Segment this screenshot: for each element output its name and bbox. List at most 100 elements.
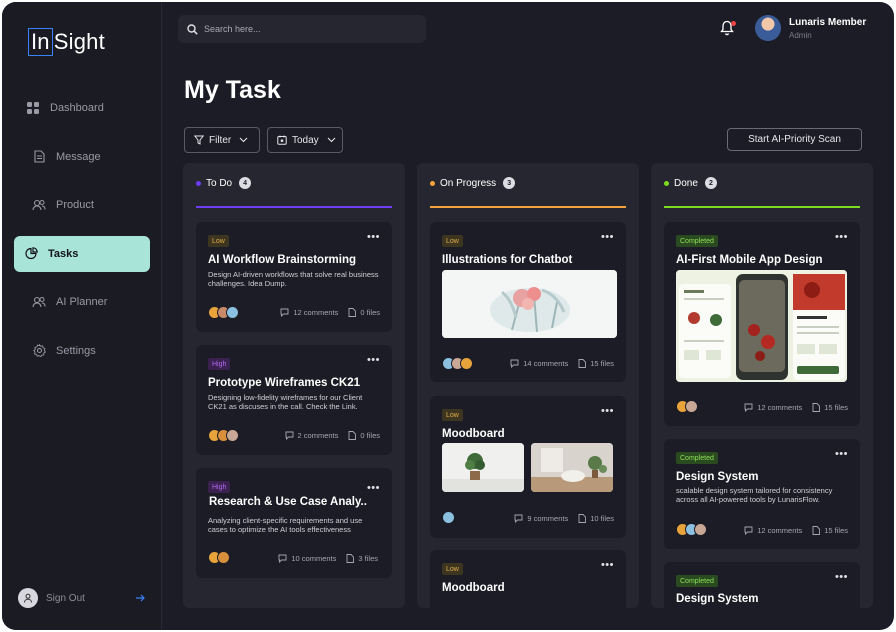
- task-card[interactable]: Low ••• AI Workflow Brainstorming Design…: [196, 222, 392, 332]
- card-description: Analyzing client-specific requirements a…: [208, 516, 363, 534]
- file-count-label: 15 files: [824, 526, 848, 535]
- avatar: [755, 15, 781, 41]
- avatar: [217, 551, 230, 564]
- notification-bell-button[interactable]: [720, 20, 736, 38]
- more-options-icon[interactable]: •••: [367, 355, 380, 366]
- more-options-icon[interactable]: •••: [835, 572, 848, 583]
- status-tag: Completed: [676, 235, 718, 247]
- priority-tag: Low: [442, 409, 463, 421]
- assignee-avatars: [208, 551, 230, 564]
- card-title: AI-First Mobile App Design: [676, 254, 823, 266]
- more-options-icon[interactable]: •••: [835, 449, 848, 460]
- avatar: [694, 523, 707, 536]
- task-card[interactable]: Completed ••• AI-First Mobile App Design: [664, 222, 860, 426]
- card-title: Prototype Wireframes CK21: [208, 377, 360, 389]
- file-count: 0 files: [348, 431, 380, 440]
- file-count: 15 files: [578, 359, 614, 368]
- comment-count: 14 comments: [510, 359, 568, 368]
- file-icon: [812, 526, 821, 535]
- user-profile[interactable]: Lunaris Member Admin: [755, 15, 866, 41]
- card-title: Design System: [676, 471, 759, 483]
- file-count-label: 0 files: [360, 431, 380, 440]
- card-description: scalable design system tailored for cons…: [676, 486, 833, 504]
- status-tag: Completed: [676, 575, 718, 587]
- sidebar-item-message[interactable]: Message: [14, 139, 150, 175]
- task-card[interactable]: High ••• Prototype Wireframes CK21 Desig…: [196, 345, 392, 455]
- task-card[interactable]: Completed ••• Design System scalable des…: [664, 439, 860, 549]
- users-icon: [32, 198, 46, 212]
- sidebar-item-ai-planner[interactable]: AI Planner: [14, 284, 150, 320]
- file-icon: [348, 308, 357, 317]
- card-title: Research & Use Case Analy..: [209, 496, 367, 508]
- file-count: 10 files: [578, 514, 614, 523]
- card-title: Illustrations for Chatbot: [442, 254, 573, 266]
- date-dropdown[interactable]: Today: [267, 127, 343, 153]
- chevron-down-icon: [327, 137, 336, 143]
- card-meta: 2 comments 0 files: [275, 431, 380, 440]
- column-divider: [664, 206, 860, 208]
- comment-count: 9 comments: [514, 514, 568, 523]
- assignee-avatars: [676, 400, 698, 413]
- user-name: Lunaris Member: [789, 16, 867, 28]
- logo-text: Sight: [53, 29, 105, 54]
- card-meta: 12 comments 0 files: [270, 308, 380, 317]
- priority-tag: Low: [442, 563, 463, 575]
- column-count-badge: 4: [239, 177, 252, 189]
- sidebar-item-label: AI Planner: [56, 296, 108, 308]
- more-options-icon[interactable]: •••: [601, 406, 614, 417]
- file-count: 15 files: [812, 526, 848, 535]
- column-header: Done 2: [664, 177, 717, 189]
- notification-dot: [731, 21, 736, 26]
- card-meta: 14 comments 15 files: [500, 359, 614, 368]
- sidebar-item-product[interactable]: Product: [14, 187, 150, 223]
- file-count: 0 files: [348, 308, 380, 317]
- column-divider: [196, 206, 392, 208]
- gear-icon: [32, 344, 46, 358]
- task-card[interactable]: Low ••• Moodboard: [430, 396, 626, 538]
- ai-priority-scan-button[interactable]: Start AI-Priority Scan: [727, 128, 862, 151]
- card-title: Moodboard: [442, 582, 505, 594]
- more-options-icon[interactable]: •••: [835, 232, 848, 243]
- sidebar: In Sight Dashboard Message Product Tasks…: [2, 2, 162, 630]
- sidebar-item-label: Message: [56, 150, 101, 163]
- task-card[interactable]: High ••• Research & Use Case Analy.. Ana…: [196, 468, 392, 578]
- filter-label: Filter: [209, 134, 232, 146]
- comment-count-label: 12 comments: [757, 526, 803, 535]
- assignee-avatars: [676, 523, 707, 536]
- comment-count-label: 10 comments: [291, 554, 337, 563]
- comment-icon: [278, 554, 287, 563]
- sign-out-button[interactable]: Sign Out: [18, 587, 146, 609]
- card-meta: 10 comments 3 files: [268, 554, 378, 563]
- column-header: To Do 4: [196, 177, 252, 189]
- user-role: Admin: [789, 30, 812, 40]
- more-options-icon[interactable]: •••: [367, 232, 380, 243]
- pie-chart-icon: [24, 247, 38, 261]
- task-card[interactable]: Completed ••• Design System: [664, 562, 860, 608]
- assignee-avatars: [208, 306, 239, 319]
- comment-count: 12 comments: [280, 308, 338, 317]
- avatar: [685, 400, 698, 413]
- task-card[interactable]: Low ••• Moodboard: [430, 550, 626, 608]
- sidebar-item-settings[interactable]: Settings: [14, 333, 150, 369]
- column-title: Done: [674, 177, 698, 189]
- assignee-avatars: [442, 511, 455, 524]
- arrow-right-icon: [136, 591, 146, 605]
- sidebar-item-dashboard[interactable]: Dashboard: [14, 90, 150, 126]
- more-options-icon[interactable]: •••: [601, 232, 614, 243]
- filter-icon: [194, 135, 204, 145]
- comment-count-label: 2 comments: [297, 431, 339, 440]
- file-icon: [578, 359, 587, 368]
- card-description: Designing low-fidelity wireframes for ou…: [208, 393, 363, 411]
- sidebar-item-tasks[interactable]: Tasks: [14, 235, 150, 272]
- more-options-icon[interactable]: •••: [601, 560, 614, 571]
- sidebar-item-label: Settings: [56, 344, 96, 357]
- filter-dropdown[interactable]: Filter: [184, 127, 260, 153]
- assignee-avatars: [442, 357, 473, 370]
- priority-tag: Low: [442, 235, 463, 247]
- more-options-icon[interactable]: •••: [367, 483, 380, 494]
- app-window: In Sight Dashboard Message Product Tasks…: [2, 2, 894, 630]
- avatar: [226, 429, 239, 442]
- task-card[interactable]: Low ••• Illustrations for Chatbot 14 com…: [430, 222, 626, 382]
- search-input[interactable]: [204, 24, 404, 34]
- calendar-icon: [277, 135, 287, 145]
